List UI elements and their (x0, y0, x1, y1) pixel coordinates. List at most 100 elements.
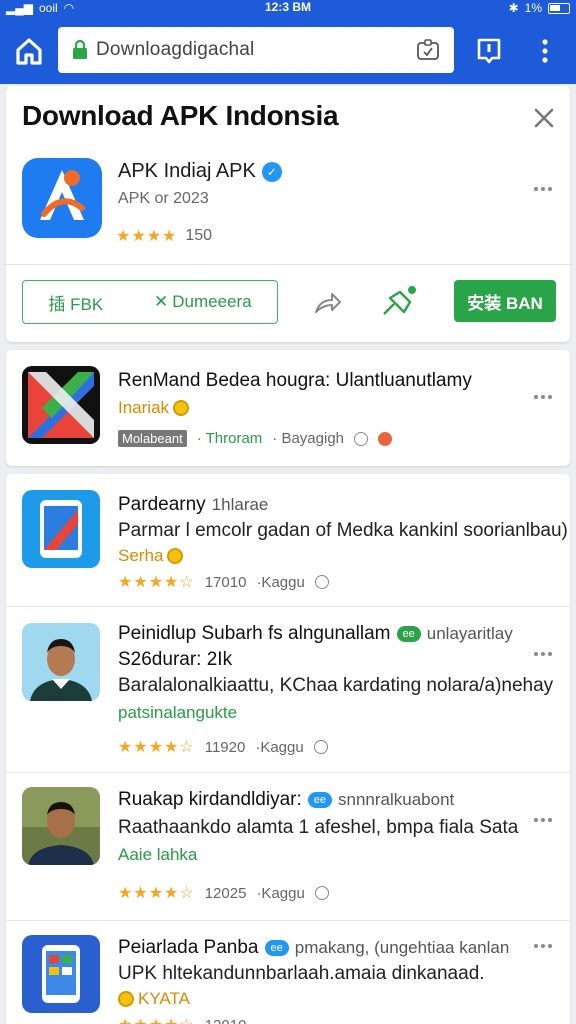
share-icon[interactable] (312, 288, 342, 316)
item-tag: Serha (118, 546, 184, 566)
outline-right-label: Dumeeera (172, 292, 252, 311)
status-time: 12:3 BM (264, 0, 311, 14)
rating-number: 12010 (205, 1017, 247, 1024)
app-list: Pardearny 1hlarae Parmar l emcolr gadan … (6, 474, 570, 1024)
star-rating-icon: ★★★★ (116, 228, 178, 245)
browser-toolbar: Downloagdigachal (0, 16, 576, 84)
item-tag: patsinalangukte (118, 703, 238, 722)
tools-icon: ✕ (153, 292, 169, 311)
item-tag-text: Serha (118, 546, 164, 565)
pin-icon[interactable] (380, 282, 420, 318)
item-title-text: Peinidlup Subarh fs alngunallam (118, 623, 391, 644)
install-button[interactable]: 安装 BAN (454, 280, 556, 322)
more-options-icon[interactable] (534, 386, 558, 399)
url-text: Downloagdigachal (96, 39, 255, 60)
item-title: Ruakap kirdandldiyar: ee snnnralkuabont (118, 789, 454, 811)
lock-icon (73, 40, 87, 59)
item-title-text: Ruakap kirdandldiyar: (118, 789, 302, 810)
rating-count: 150 (185, 227, 213, 244)
item-description: UPK hltekandunnbarlaah.amaia dinkanaad. (118, 963, 485, 984)
home-icon[interactable] (14, 36, 44, 66)
more-options-icon[interactable] (534, 935, 558, 948)
category-label: Molabeant (118, 430, 187, 447)
divider (6, 606, 570, 607)
divider (6, 772, 570, 773)
app-name-text: APK Indiaj APK (118, 160, 256, 182)
item-tag-text: KYATA (138, 989, 190, 1008)
coin-icon (167, 548, 184, 564)
star-rating-icon: ★★★★☆ (118, 739, 195, 756)
kebab-icon[interactable] (538, 38, 552, 64)
more-options-icon[interactable] (534, 178, 558, 191)
close-icon[interactable] (532, 106, 556, 130)
avatar (22, 787, 100, 865)
app-logo-icon (22, 158, 102, 238)
item-title: RenMand Bedea hougra: Ulantluanutlamy (118, 370, 472, 391)
item-title: Pardearny 1hlarae (118, 494, 268, 516)
divider (6, 264, 570, 265)
item-title: Peinidlup Subarh fs alngunallam ee unlay… (118, 623, 513, 645)
item-meta: ★★★★☆ 11920 ·Kaggu (118, 737, 328, 757)
item-title-text: Peiarlada Panba (118, 937, 259, 958)
secondary-action-button[interactable]: 插 FBK ✕ Dumeeera (22, 280, 278, 324)
app-thumbnail-icon (22, 935, 100, 1013)
outline-left-label: 插 FBK (48, 294, 104, 314)
item-title-text: Pardearny (118, 494, 206, 515)
alert-icon (378, 431, 393, 446)
item-meta: Molabeant · Throram · Bayagigh (118, 430, 393, 447)
info-icon (354, 431, 369, 446)
rating-number: 11920 (204, 738, 246, 756)
item-meta: ★★★★☆ 12010 (118, 1015, 246, 1024)
app-thumbnail-icon (22, 366, 100, 444)
item-line: S26durar: 2Ik (118, 649, 232, 671)
app-subtitle: APK or 2023 (118, 190, 209, 207)
smiley-icon (313, 740, 328, 754)
item-title-extra: unlayaritlay (426, 624, 513, 643)
meta-secondary: · Bayagigh (272, 430, 345, 447)
rating-number: 17010 (204, 573, 247, 591)
divider (6, 920, 570, 921)
item-tag: Inariak (118, 398, 190, 418)
rating-number: 12025 (204, 884, 247, 902)
bookmark-icon[interactable] (476, 38, 502, 64)
verified-icon: ✓ (261, 161, 282, 182)
item-badge: ee (264, 940, 289, 956)
app-list-card: RenMand Bedea hougra: Ulantluanutlamy In… (6, 350, 570, 466)
extension-icon[interactable] (416, 38, 440, 62)
app-detail-card: Download APK Indonsia APK Indiaj APK ✓ A… (6, 86, 570, 342)
meta-label: ·Kaggu (256, 573, 305, 591)
meta-primary: · Throram (196, 430, 263, 447)
more-options-icon[interactable] (534, 809, 558, 822)
smiley-icon (314, 575, 329, 589)
item-meta: ★★★★☆ 12025 ·Kaggu (118, 883, 329, 903)
item-description: Raathaankdo alamta 1 afeshel, bmpa fiala… (118, 817, 519, 838)
app-thumbnail-icon (22, 490, 100, 568)
star-rating-icon: ★★★★☆ (118, 885, 195, 902)
item-title: Peiarlada Panba ee pmakang, (ungehtiaa k… (118, 937, 509, 959)
bluetooth-icon: ✱ (508, 1, 519, 15)
app-name: APK Indiaj APK ✓ (118, 160, 282, 183)
item-title-extra: 1hlarae (211, 495, 269, 514)
more-options-icon[interactable] (534, 643, 558, 656)
item-badge: ee (396, 626, 421, 642)
star-rating-icon: ★★★★☆ (118, 574, 195, 591)
outline-right: ✕ Dumeeera (154, 292, 252, 312)
app-rating: ★★★★ 150 (116, 226, 212, 246)
meta-label: ·Kaggu (255, 738, 304, 756)
meta-label: ·Kaggu (256, 884, 305, 902)
item-description: Baralalonalkiaattu, KChaa kardating nola… (118, 675, 554, 696)
item-title-extra: snnnralkuabont (338, 790, 455, 809)
page-title: Download APK Indonsia (22, 100, 339, 131)
status-right: ✱ 1% (509, 1, 570, 15)
battery-icon (548, 2, 570, 14)
item-description: Parmar l emcolr gadan of Medka kankinl s… (118, 520, 568, 541)
battery-percent: 1% (524, 1, 542, 15)
item-tag: KYATA (118, 989, 190, 1009)
status-bar: ▂▄▆ ooil ◠ 12:3 BM ✱ 1% (0, 0, 576, 16)
avatar (22, 623, 100, 701)
item-line-text: S26durar: 2Ik (118, 649, 233, 670)
smiley-icon (314, 886, 329, 900)
address-bar[interactable]: Downloagdigachal (58, 27, 454, 73)
coin-icon (173, 400, 190, 416)
item-tag: Aaie lahka (118, 845, 198, 864)
